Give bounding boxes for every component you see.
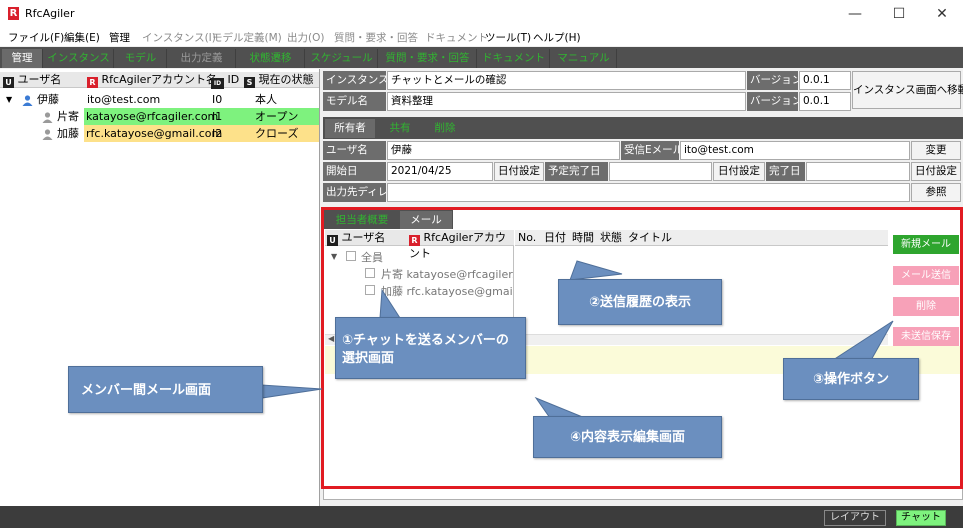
member-mail-callout: メンバー間メール画面 <box>68 366 263 413</box>
callout-pointers <box>261 260 894 419</box>
editor-callout-pointer <box>534 396 586 419</box>
chat-button[interactable]: チャット <box>896 510 946 526</box>
ops-callout-pointer <box>828 320 894 363</box>
history-callout: ②送信履歴の表示 <box>558 279 722 325</box>
member-mail-callout-pointer <box>261 384 323 399</box>
editor-callout: ④内容表示編集画面 <box>533 416 722 458</box>
status-bar: レイアウト チャット <box>0 506 963 528</box>
layout-button[interactable]: レイアウト <box>824 510 886 526</box>
operations-callout: ③操作ボタン <box>783 358 919 400</box>
history-callout-pointer <box>569 260 623 281</box>
member-select-callout: ①チャットを送るメンバーの選択画面 <box>335 317 526 379</box>
member-callout-pointer <box>379 288 401 319</box>
